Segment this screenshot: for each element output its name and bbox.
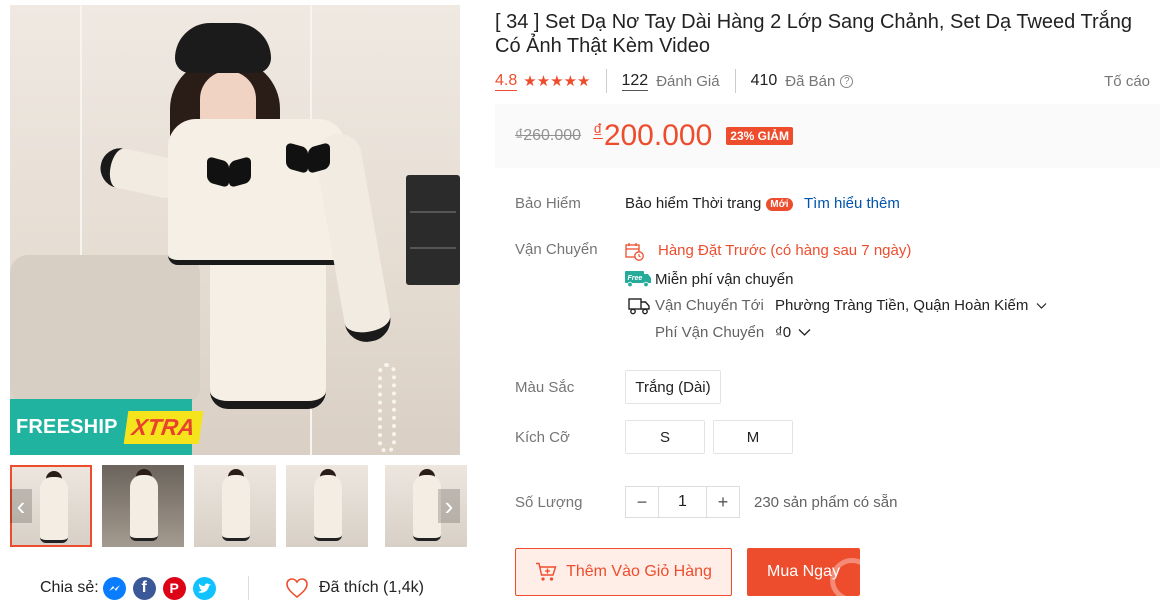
xtra-text: XTRA (123, 410, 203, 444)
original-price: ₫260.000 (515, 127, 582, 144)
share-row: Chia sẻ: f P (40, 576, 216, 600)
reviews-count[interactable]: 122 (621, 72, 649, 91)
model-figure (96, 23, 400, 455)
pearl-bag (378, 363, 396, 453)
help-icon[interactable]: ? (840, 74, 854, 88)
thumbnail-2[interactable] (102, 465, 184, 547)
chevron-down-icon (1036, 303, 1046, 309)
chevron-right-icon[interactable]: › (438, 489, 460, 523)
thumbnail-figure (130, 475, 158, 541)
share-label: Chia sẻ: (40, 579, 99, 596)
chevron-left-icon[interactable]: ‹ (10, 489, 32, 523)
heart-icon (286, 578, 308, 599)
pinterest-icon[interactable]: P (162, 576, 186, 600)
color-option-trang-dai[interactable]: Trắng (Dài) (625, 370, 721, 404)
currency-symbol: ₫ (593, 121, 603, 142)
sold-count: 410 (750, 72, 778, 89)
bow-right (286, 145, 330, 179)
rating-value[interactable]: 4.8 (495, 72, 518, 91)
shipping-fee-selector[interactable]: ₫0 (775, 324, 811, 341)
ship-to-label: Vận Chuyển Tới (655, 297, 764, 314)
free-badge-text: Free (628, 275, 643, 282)
cabinet (406, 175, 460, 285)
add-to-cart-label: Thêm Vào Giỏ Hàng (566, 563, 712, 580)
bow-left (207, 159, 251, 193)
price-box: ₫260.000 ₫ 200.000 23% GIẢM (495, 104, 1160, 168)
color-label: Màu Sắc (515, 379, 575, 396)
liked-count: Đã thích (1,4k) (319, 579, 424, 596)
main-product-image[interactable] (10, 5, 460, 455)
discount-badge: 23% GIẢM (726, 127, 793, 145)
like-button[interactable]: Đã thích (1,4k) (285, 576, 424, 600)
shipping-label: Vận Chuyển (515, 241, 598, 258)
tweed-skirt (210, 259, 326, 409)
product-title: [ 34 ] Set Dạ Nơ Tay Dài Hàng 2 Lớp Sang… (495, 11, 1132, 57)
calendar-clock-icon (625, 243, 644, 261)
chevron-down-icon (798, 329, 811, 336)
report-link[interactable]: Tố cáo (1104, 73, 1150, 90)
beret-hat (175, 23, 271, 73)
ship-to-selector[interactable]: Phường Tràng Tiền, Quận Hoàn Kiếm (775, 297, 1047, 314)
add-to-cart-button[interactable]: Thêm Vào Giỏ Hàng (515, 548, 732, 596)
ship-to-value: Phường Tràng Tiền, Quận Hoàn Kiếm (775, 297, 1029, 314)
stock-text: 230 sản phẩm có sẵn (754, 494, 898, 511)
learn-more-link[interactable]: Tìm hiểu thêm (804, 195, 900, 212)
thumbnail-strip: ‹ › (10, 465, 467, 547)
twitter-icon[interactable] (192, 576, 216, 600)
freeship-xtra-banner: FREESHIP XTRA (10, 399, 203, 455)
size-option-s[interactable]: S (625, 420, 705, 454)
thumbnail-figure (40, 477, 68, 543)
shipping-fee-label: Phí Vận Chuyển (655, 324, 765, 341)
quantity-stepper: − 1 + (625, 486, 740, 518)
quantity-label: Số Lượng (515, 494, 583, 511)
tweed-jacket (168, 119, 346, 265)
thumbnail-figure (413, 475, 441, 541)
facebook-icon[interactable]: f (132, 576, 156, 600)
sold-label: Đã Bán (785, 72, 836, 90)
insurance-name: Bảo hiểm Thời trang (625, 195, 762, 212)
decrease-button[interactable]: − (626, 487, 658, 517)
buy-now-button[interactable]: Mua Ngay (747, 548, 860, 596)
free-shipping-text: Miễn phí vận chuyển (655, 271, 794, 288)
messenger-icon[interactable] (102, 576, 126, 600)
product-stats: 4.8 ★★★★★ 122 Đánh Giá 410 Đã Bán ? Tố c… (495, 69, 1155, 93)
stats-divider (734, 69, 736, 93)
insurance-value: Bảo hiểm Thời trang Mới (625, 195, 793, 212)
size-option-m[interactable]: M (713, 420, 793, 454)
quantity-input[interactable]: 1 (658, 487, 707, 517)
free-shipping-icon: Free (625, 271, 651, 287)
truck-icon (628, 298, 650, 315)
insurance-label: Bảo Hiểm (515, 195, 581, 212)
share-divider (248, 576, 249, 600)
buy-now-label: Mua Ngay (767, 563, 840, 580)
rating-stars-icon: ★★★★★ (523, 73, 591, 90)
thumbnail-figure (222, 475, 250, 541)
thumbnail-4[interactable] (286, 465, 368, 547)
stats-divider (605, 69, 607, 93)
thumbnail-figure (314, 475, 342, 541)
cart-add-icon (536, 562, 557, 581)
reviews-label: Đánh Giá (656, 72, 720, 90)
preorder-text: Hàng Đặt Trước (có hàng sau 7 ngày) (658, 242, 912, 259)
increase-button[interactable]: + (707, 487, 739, 517)
freeship-text: FREESHIP (16, 415, 118, 438)
shipping-fee-value: ₫0 (775, 324, 792, 341)
new-badge: Mới (766, 197, 793, 211)
size-label: Kích Cỡ (515, 429, 570, 446)
current-price: 200.000 (603, 119, 713, 152)
thumbnail-3[interactable] (194, 465, 276, 547)
